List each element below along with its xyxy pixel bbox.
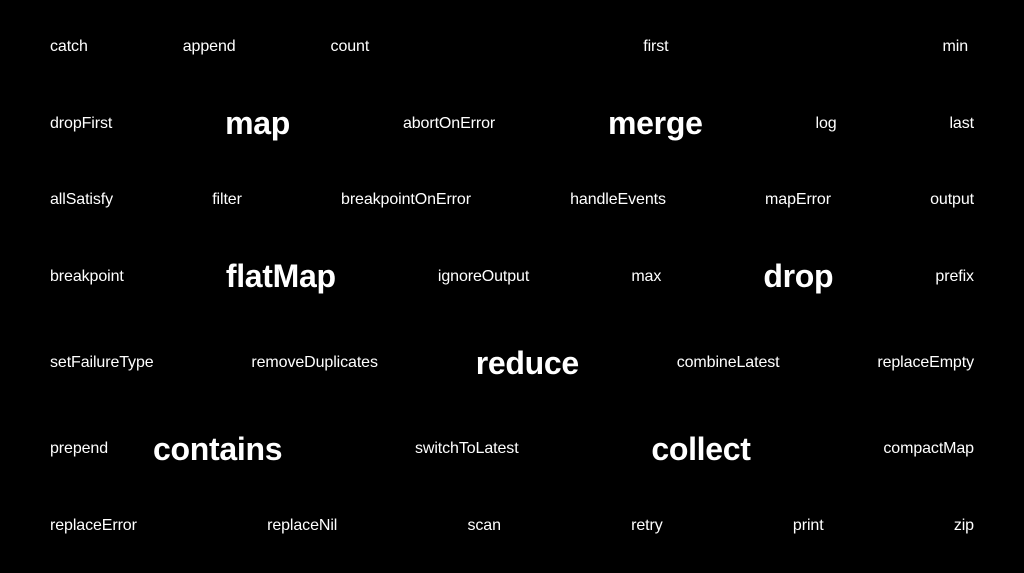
word-handleevents: handleEvents (570, 191, 666, 209)
word-breakpoint: breakpoint (50, 268, 124, 286)
operators-word-cloud: catch append count first min dropFirst m… (0, 0, 1024, 573)
word-print: print (793, 517, 824, 535)
word-allsatisfy: allSatisfy (50, 191, 113, 209)
word-last: last (949, 115, 974, 133)
word-maperror: mapError (765, 191, 831, 209)
word-filter: filter (212, 191, 242, 209)
row-6: replaceError replaceNil scan retry print… (50, 517, 974, 535)
row-2: allSatisfy filter breakpointOnError hand… (50, 191, 974, 209)
word-replaceempty: replaceEmpty (877, 354, 974, 372)
word-catch: catch (50, 38, 88, 56)
word-zip: zip (954, 517, 974, 535)
word-collect: collect (651, 431, 750, 468)
word-prepend: prepend (50, 440, 108, 458)
word-scan: scan (468, 517, 501, 535)
row-5: prepend contains switchToLatest collect … (50, 431, 974, 468)
word-flatmap: flatMap (226, 258, 336, 295)
row-4: setFailureType removeDuplicates reduce c… (50, 345, 974, 382)
word-dropfirst: dropFirst (50, 115, 112, 133)
word-first: first (643, 38, 668, 56)
word-compactmap: compactMap (883, 440, 974, 458)
row-0: catch append count first min (50, 38, 974, 56)
word-map: map (225, 105, 290, 142)
word-append: append (183, 38, 236, 56)
word-ignoreoutput: ignoreOutput (438, 268, 529, 286)
word-retry: retry (631, 517, 663, 535)
word-prefix: prefix (935, 268, 974, 286)
word-contains: contains (153, 431, 282, 468)
word-output: output (930, 191, 974, 209)
word-replacenil: replaceNil (267, 517, 337, 535)
word-replaceerror: replaceError (50, 517, 137, 535)
word-min: min (943, 38, 968, 56)
word-merge: merge (608, 105, 703, 142)
word-breakpointonerror: breakpointOnError (341, 191, 471, 209)
word-count: count (331, 38, 370, 56)
word-removeduplicates: removeDuplicates (251, 354, 377, 372)
word-abortonerror: abortOnError (403, 115, 495, 133)
word-log: log (816, 115, 837, 133)
word-drop: drop (763, 258, 833, 295)
word-combinelatest: combineLatest (677, 354, 780, 372)
word-max: max (631, 268, 661, 286)
row-3: breakpoint flatMap ignoreOutput max drop… (50, 258, 974, 295)
word-setfailuretype: setFailureType (50, 354, 154, 372)
word-reduce: reduce (476, 345, 579, 382)
word-switchtolatest: switchToLatest (415, 440, 519, 458)
row-1: dropFirst map abortOnError merge log las… (50, 105, 974, 142)
